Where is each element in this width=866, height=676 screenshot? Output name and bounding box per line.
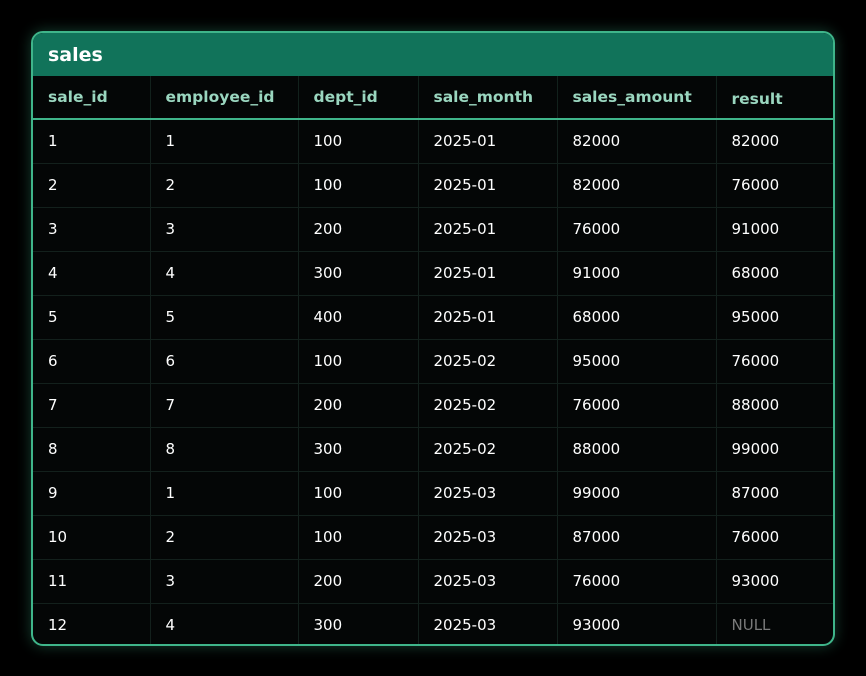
cell-dept-id: 300 xyxy=(298,251,419,295)
table-row: 4 4 300 2025-01 91000 68000 xyxy=(33,251,833,295)
table-row: 3 3 200 2025-01 76000 91000 xyxy=(33,207,833,251)
cell-sale-month: 2025-02 xyxy=(418,427,558,471)
cell-sale-id: 2 xyxy=(33,163,151,207)
cell-sale-id: 11 xyxy=(33,559,151,603)
result-table-card: sales sale_id employee_id dept_id sale_m… xyxy=(31,31,835,646)
cell-sales-amount: 91000 xyxy=(557,251,717,295)
table-row: 1 1 100 2025-01 82000 82000 xyxy=(33,119,833,163)
column-header-result: result xyxy=(731,90,783,108)
cell-dept-id: 100 xyxy=(298,471,419,515)
cell-dept-id: 200 xyxy=(298,383,419,427)
cell-sale-id: 4 xyxy=(33,251,151,295)
table-row: 7 7 200 2025-02 76000 88000 xyxy=(33,383,833,427)
cell-result: 76000 xyxy=(731,528,780,546)
cell-result: 91000 xyxy=(731,220,780,238)
cell-sales-amount: 99000 xyxy=(557,471,717,515)
cell-employee-id: 7 xyxy=(150,383,299,427)
cell-result: 99000 xyxy=(731,440,780,458)
cell-sale-id: 1 xyxy=(33,119,151,163)
table-row: 5 5 400 2025-01 68000 95000 xyxy=(33,295,833,339)
cell-sale-month: 2025-01 xyxy=(418,119,558,163)
cell-sale-month: 2025-03 xyxy=(418,603,558,644)
cell-employee-id: 5 xyxy=(150,295,299,339)
cell-result: 76000 xyxy=(731,176,780,194)
cell-sale-month: 2025-03 xyxy=(418,471,558,515)
cell-result: 76000 xyxy=(731,352,780,370)
cell-dept-id: 300 xyxy=(298,427,419,471)
cell-sale-id: 12 xyxy=(33,603,151,644)
cell-sales-amount: 87000 xyxy=(557,515,717,559)
table-row: 10 2 100 2025-03 87000 76000 xyxy=(33,515,833,559)
cell-sale-id: 10 xyxy=(33,515,151,559)
cell-employee-id: 3 xyxy=(150,207,299,251)
cell-sale-id: 7 xyxy=(33,383,151,427)
cell-sale-month: 2025-02 xyxy=(418,383,558,427)
cell-dept-id: 100 xyxy=(298,119,419,163)
column-header-employee-id: employee_id xyxy=(150,76,299,119)
cell-sale-month: 2025-01 xyxy=(418,163,558,207)
table-row: 6 6 100 2025-02 95000 76000 xyxy=(33,339,833,383)
cell-sale-month: 2025-01 xyxy=(418,295,558,339)
cell-sale-id: 9 xyxy=(33,471,151,515)
cell-result: 95000 xyxy=(731,308,780,326)
cell-dept-id: 100 xyxy=(298,515,419,559)
cell-sales-amount: 76000 xyxy=(557,207,717,251)
column-header-sale-month: sale_month xyxy=(418,76,558,119)
cell-result: 68000 xyxy=(731,264,780,282)
cell-employee-id: 2 xyxy=(150,515,299,559)
cell-result: 87000 xyxy=(731,484,780,502)
table-row: 11 3 200 2025-03 76000 93000 xyxy=(33,559,833,603)
table-header-row: sale_id employee_id dept_id sale_month s… xyxy=(33,76,833,119)
cell-result: 93000 xyxy=(731,572,780,590)
cell-sale-month: 2025-03 xyxy=(418,559,558,603)
cell-result: 88000 xyxy=(731,396,780,414)
cell-sale-month: 2025-01 xyxy=(418,251,558,295)
column-header-sale-id: sale_id xyxy=(33,76,151,119)
table-title: sales xyxy=(48,43,103,66)
cell-employee-id: 8 xyxy=(150,427,299,471)
cell-sale-id: 6 xyxy=(33,339,151,383)
cell-employee-id: 4 xyxy=(150,603,299,644)
cell-employee-id: 4 xyxy=(150,251,299,295)
cell-sales-amount: 68000 xyxy=(557,295,717,339)
cell-sale-month: 2025-03 xyxy=(418,515,558,559)
table-row: 2 2 100 2025-01 82000 76000 xyxy=(33,163,833,207)
cell-dept-id: 400 xyxy=(298,295,419,339)
cell-employee-id: 3 xyxy=(150,559,299,603)
cell-sale-id: 3 xyxy=(33,207,151,251)
cell-dept-id: 100 xyxy=(298,339,419,383)
cell-sales-amount: 95000 xyxy=(557,339,717,383)
cell-sales-amount: 82000 xyxy=(557,119,717,163)
cell-sale-id: 8 xyxy=(33,427,151,471)
cell-dept-id: 100 xyxy=(298,163,419,207)
column-header-dept-id: dept_id xyxy=(298,76,419,119)
table-row: 9 1 100 2025-03 99000 87000 xyxy=(33,471,833,515)
cell-result: 82000 xyxy=(731,132,780,151)
column-header-sales-amount: sales_amount xyxy=(557,76,717,119)
cell-sales-amount: 82000 xyxy=(557,163,717,207)
cell-employee-id: 6 xyxy=(150,339,299,383)
table-row: 8 8 300 2025-02 88000 99000 xyxy=(33,427,833,471)
table-row: 12 4 300 2025-03 93000 NULL xyxy=(33,603,833,644)
cell-result: NULL xyxy=(731,616,771,635)
cell-sales-amount: 76000 xyxy=(557,383,717,427)
cell-sales-amount: 88000 xyxy=(557,427,717,471)
result-table: sale_id employee_id dept_id sale_month s… xyxy=(33,76,833,644)
table-title-bar: sales xyxy=(33,33,833,76)
cell-sale-id: 5 xyxy=(33,295,151,339)
cell-dept-id: 300 xyxy=(298,603,419,644)
cell-dept-id: 200 xyxy=(298,207,419,251)
table-body: 1 1 100 2025-01 82000 82000 2 2 100 2025-01 82000 7… xyxy=(33,119,833,644)
cell-employee-id: 1 xyxy=(150,471,299,515)
cell-sales-amount: 93000 xyxy=(557,603,717,644)
cell-dept-id: 200 xyxy=(298,559,419,603)
cell-employee-id: 2 xyxy=(150,163,299,207)
cell-sales-amount: 76000 xyxy=(557,559,717,603)
cell-employee-id: 1 xyxy=(150,119,299,163)
cell-sale-month: 2025-01 xyxy=(418,207,558,251)
cell-sale-month: 2025-02 xyxy=(418,339,558,383)
